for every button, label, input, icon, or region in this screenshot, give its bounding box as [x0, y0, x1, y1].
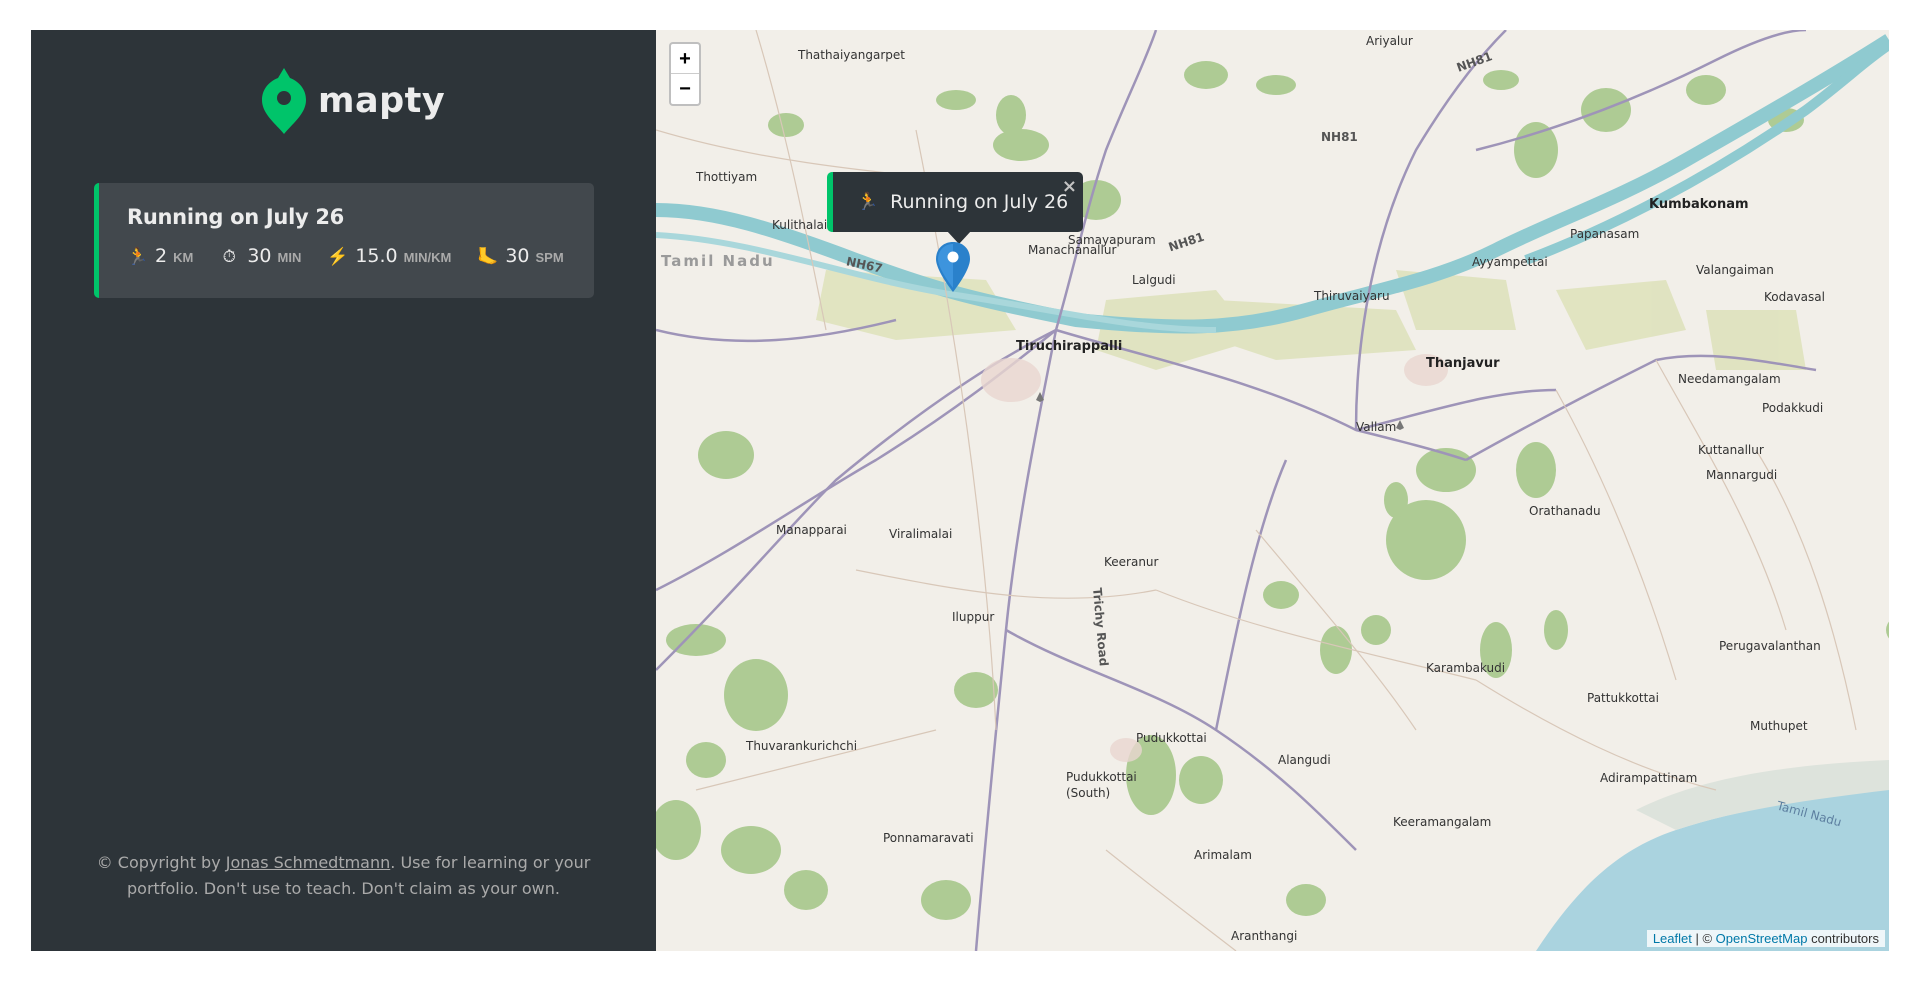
map-tiles[interactable] [656, 30, 1889, 951]
place-label: Kodavasal [1764, 290, 1825, 304]
road-label: NH81 [1321, 130, 1358, 144]
place-label: Iluppur [952, 610, 995, 624]
runner-icon: 🏃 [857, 192, 879, 212]
zoom-out-button[interactable]: − [671, 74, 699, 104]
place-label: Mannargudi [1706, 468, 1778, 482]
runner-icon: 🏃 [127, 247, 149, 266]
app-container: mapty Running on July 26 🏃 2 km ⏱ 30 min… [31, 30, 1889, 951]
copyright-text: © Copyright by Jonas Schmedtmann. Use fo… [91, 850, 596, 902]
place-label: Thathaiyangarpet [798, 48, 905, 62]
place-label: Pudukkottai (South) [1066, 770, 1137, 800]
lightning-icon: ⚡ [327, 247, 349, 266]
place-label: Ponnamaravati [883, 831, 974, 845]
place-label: Alangudi [1278, 753, 1331, 767]
workout-card[interactable]: Running on July 26 🏃 2 km ⏱ 30 min ⚡ 15.… [94, 183, 594, 298]
workout-popup[interactable]: 🏃 Running on July 26 × [827, 172, 1083, 232]
map-pin-logo-icon [262, 68, 306, 134]
workout-distance: 🏃 2 km [127, 245, 193, 267]
place-label: Ariyalur [1366, 34, 1413, 48]
pace-value: 15.0 [355, 245, 398, 267]
workout-cadence: 🦶 30 spm [477, 245, 563, 267]
leaflet-link[interactable]: Leaflet [1653, 931, 1692, 946]
state-label: Tamil Nadu [661, 252, 775, 270]
place-label: Arimalam [1194, 848, 1252, 862]
place-label: Manapparai [776, 523, 847, 537]
place-label: Pudukkottai [1136, 731, 1207, 745]
place-label: Thottiyam [696, 170, 758, 184]
place-label: Keeramangalam [1393, 815, 1492, 829]
map-marker-icon[interactable] [936, 242, 970, 292]
place-label: Needamangalam [1678, 372, 1781, 386]
copyright-prefix: © Copyright by [96, 853, 226, 872]
place-label: Kulithalai [772, 218, 828, 232]
popup-close-button[interactable]: × [1062, 176, 1077, 197]
map-attribution: Leaflet | © OpenStreetMap contributors [1646, 930, 1885, 947]
place-label: Karambakudi [1426, 661, 1506, 675]
duration-unit: min [277, 250, 302, 265]
place-label: Muthupet [1750, 719, 1808, 733]
attribution-suffix: contributors [1807, 931, 1879, 946]
place-label: Pattukkottai [1587, 691, 1659, 705]
logo-text: mapty [318, 81, 446, 121]
place-label: Kumbakonam [1649, 197, 1749, 212]
distance-value: 2 [155, 245, 168, 267]
workout-duration: ⏱ 30 min [219, 245, 302, 267]
workout-title: Running on July 26 [127, 205, 344, 229]
popup-text: Running on July 26 [890, 191, 1069, 213]
place-label: Lalgudi [1132, 273, 1176, 287]
logo: mapty [262, 68, 445, 134]
place-label: Tiruchirappalli [1016, 339, 1123, 354]
place-label: Valangaiman [1696, 263, 1774, 277]
duration-value: 30 [247, 245, 272, 267]
place-label: Perugavalanthan [1719, 639, 1821, 653]
place-label: Thuvarankurichchi [746, 739, 858, 753]
place-label: Samayapuram [1068, 233, 1156, 247]
zoom-in-button[interactable]: + [671, 44, 699, 74]
place-label: Thiruvaiyaru [1314, 289, 1390, 303]
sidebar: mapty Running on July 26 🏃 2 km ⏱ 30 min… [31, 30, 656, 951]
place-label: Papanasam [1570, 227, 1640, 241]
pace-unit: min/km [403, 250, 452, 265]
place-label: Keeranur [1104, 555, 1159, 569]
place-label: Vallam [1356, 420, 1397, 434]
zoom-control: + − [669, 42, 701, 106]
place-label: Podakkudi [1762, 401, 1824, 415]
map-view[interactable]: Thathaiyangarpet Ariyalur NH81 NH81 NH81… [656, 30, 1889, 951]
place-label: Viralimalai [889, 527, 953, 541]
place-label: Kuttanallur [1698, 443, 1764, 457]
attribution-separator: | © [1691, 931, 1716, 946]
workout-details: 🏃 2 km ⏱ 30 min ⚡ 15.0 min/km 🦶 30 [127, 245, 594, 267]
distance-unit: km [173, 250, 194, 265]
osm-link[interactable]: OpenStreetMap [1716, 931, 1808, 946]
place-label: Aranthangi [1231, 929, 1298, 943]
workout-pace: ⚡ 15.0 min/km [327, 245, 451, 267]
footprint-icon: 🦶 [477, 247, 499, 266]
place-label: Orathanadu [1529, 504, 1601, 518]
cadence-unit: spm [535, 250, 564, 265]
place-label: Ayyampettai [1472, 255, 1548, 269]
stopwatch-icon: ⏱ [222, 247, 236, 266]
place-label: Thanjavur [1426, 356, 1500, 371]
author-link[interactable]: Jonas Schmedtmann [226, 853, 391, 872]
cadence-value: 30 [505, 245, 530, 267]
place-label: Adirampattinam [1600, 771, 1698, 785]
